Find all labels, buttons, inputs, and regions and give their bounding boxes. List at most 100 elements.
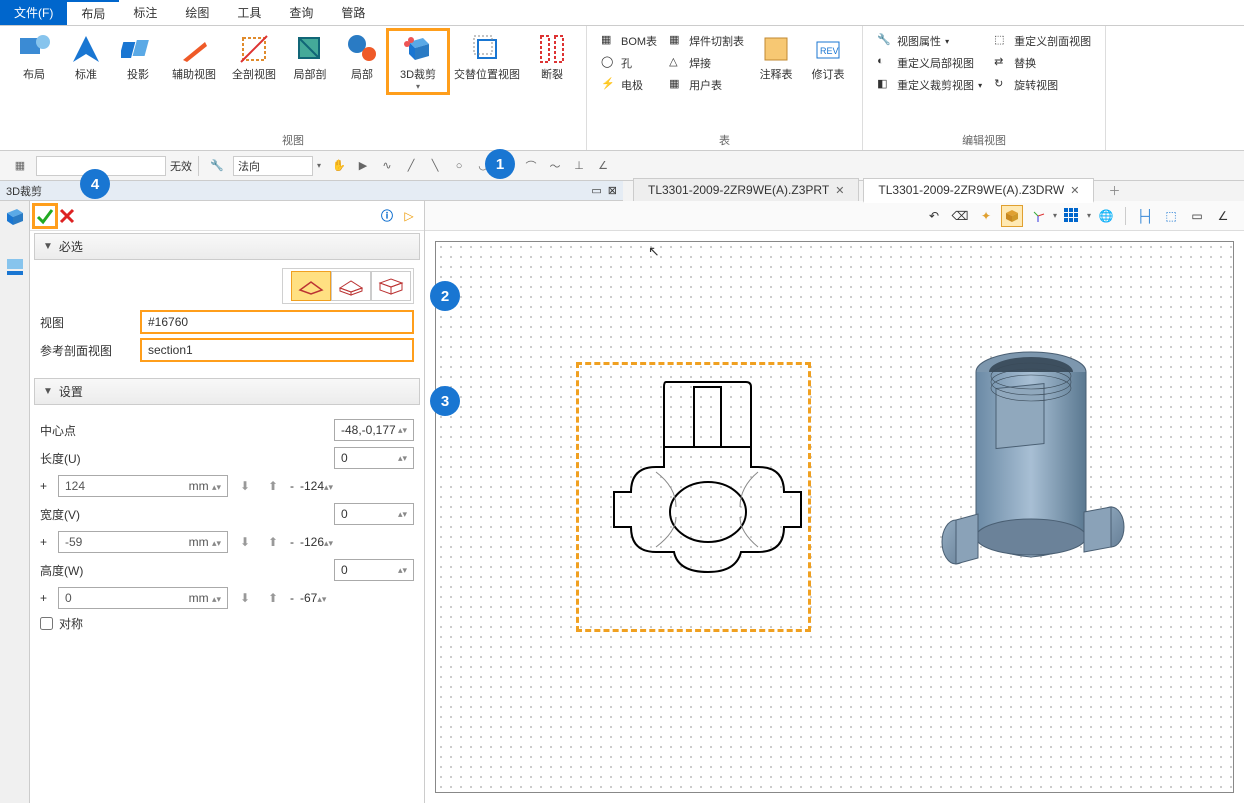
tb-icon-circle[interactable]: ○ — [450, 157, 468, 175]
chk-sym[interactable] — [40, 617, 53, 630]
clip-mode-3[interactable] — [371, 271, 411, 301]
input-hgtW-minus[interactable]: -67▴▾ — [300, 591, 326, 605]
tab-layout[interactable]: 布局 — [67, 0, 119, 25]
tb-icon-spline[interactable]: ∿ — [378, 157, 396, 175]
btn-replace[interactable]: ⇄替换 — [988, 52, 1097, 74]
btn-up-2[interactable]: ⬆ — [262, 531, 284, 553]
btn-user[interactable]: ▦用户表 — [663, 74, 750, 96]
tb-icon-angle[interactable]: ∠ — [594, 157, 612, 175]
btn-cancel[interactable] — [56, 205, 78, 227]
tb-icon-arc3[interactable]: ⌒ — [522, 157, 540, 175]
hole-icon: ◯ — [601, 55, 617, 71]
section-required[interactable]: 必选 — [34, 233, 420, 260]
clip-mode-2[interactable] — [331, 271, 371, 301]
input-widV-minus[interactable]: -126▴▾ — [300, 535, 333, 549]
tb-icon-hand[interactable]: ✋ — [330, 157, 348, 175]
btn-hole[interactable]: ◯孔 — [595, 52, 663, 74]
tb-icon-line2[interactable]: ╲ — [426, 157, 444, 175]
clip-mode-1[interactable] — [291, 271, 331, 301]
input-widV[interactable]: 0▴▾ — [334, 503, 414, 525]
ctb-eraser-icon[interactable]: ⌫ — [949, 205, 971, 227]
ctb-undo-icon[interactable]: ↶ — [923, 205, 945, 227]
btn-redef-clip[interactable]: ◧重定义裁剪视图 ▾ — [871, 74, 988, 96]
btn-info-icon[interactable]: ⓘ — [376, 205, 398, 227]
file-menu[interactable]: 文件(F) — [0, 0, 67, 25]
btn-standard[interactable]: 标准 — [60, 30, 112, 84]
panel-reset-icon[interactable]: ▭ — [591, 184, 601, 197]
btn-dn-2[interactable]: ⬇ — [234, 531, 256, 553]
btn-annotate[interactable]: 注释表 — [750, 30, 802, 84]
btn-weld[interactable]: △焊接 — [663, 52, 750, 74]
ctb-frame-icon[interactable]: ▭ — [1186, 205, 1208, 227]
file-tab-2[interactable]: TL3301-2009-2ZR9WE(A).Z3DRW ✕ — [863, 178, 1094, 203]
input-lenU-plus[interactable]: 124mm ▴▾ — [58, 475, 228, 497]
tb-icon-2[interactable]: 🔧 — [208, 157, 226, 175]
tb-icon-perp[interactable]: ⊥ — [570, 157, 588, 175]
ctb-axes-icon[interactable] — [1027, 205, 1049, 227]
btn-dn-1[interactable]: ⬇ — [234, 475, 256, 497]
input-lenU[interactable]: 0▴▾ — [334, 447, 414, 469]
btn-fullsection[interactable]: 全剖视图 — [224, 30, 284, 84]
btn-electrode[interactable]: ⚡电极 — [595, 74, 663, 96]
btn-weldcut[interactable]: ▦焊件切割表 — [663, 30, 750, 52]
tab-piping[interactable]: 管路 — [327, 0, 379, 25]
tb-icon-1[interactable]: ▦ — [11, 157, 29, 175]
ctb-globe-icon[interactable]: 🌐 — [1095, 205, 1117, 227]
ctb-grid-icon[interactable] — [1061, 205, 1083, 227]
btn-viewprop[interactable]: 🔧视图属性 ▾ — [871, 30, 988, 52]
viewport[interactable] — [425, 231, 1244, 803]
input-view[interactable]: #16760 — [140, 310, 414, 334]
tb-icon-play[interactable]: ▶ — [354, 157, 372, 175]
tab-query[interactable]: 查询 — [275, 0, 327, 25]
btn-redef-section[interactable]: ⬚重定义剖面视图 — [988, 30, 1097, 52]
tab-annotate[interactable]: 标注 — [119, 0, 171, 25]
ctb-wand-icon[interactable]: ✦ — [975, 205, 997, 227]
leftbar-icon-2[interactable] — [5, 257, 25, 277]
input-lenU-minus[interactable]: -124▴▾ — [300, 479, 333, 493]
btn-expand-icon[interactable]: ▷ — [398, 205, 420, 227]
btn-layout[interactable]: 布局 — [8, 30, 60, 84]
ctb-angle-icon[interactable]: ∠ — [1212, 205, 1234, 227]
input-hgtW-plus[interactable]: 0mm ▴▾ — [58, 587, 228, 609]
file-tab-2-label: TL3301-2009-2ZR9WE(A).Z3DRW — [878, 183, 1064, 197]
tb-invalid: 无效 — [170, 158, 192, 174]
panel-title: 3D裁剪 — [6, 183, 42, 199]
btn-redef-local[interactable]: ◐重定义局部视图 — [871, 52, 988, 74]
tb-normal-combo[interactable]: 法向 — [233, 156, 313, 176]
input-refsec[interactable]: section1 — [140, 338, 414, 362]
localsection-icon — [293, 32, 327, 66]
file-tab-2-close-icon[interactable]: ✕ — [1070, 184, 1079, 197]
btn-revision[interactable]: REV 修订表 — [802, 30, 854, 84]
ctb-sel-icon[interactable]: ⬚ — [1160, 205, 1182, 227]
annotate-icon — [759, 32, 793, 66]
section-settings[interactable]: 设置 — [34, 378, 420, 405]
btn-dn-3[interactable]: ⬇ — [234, 587, 256, 609]
panel-close-icon[interactable]: ⊠ — [608, 184, 617, 197]
ctb-dim-icon[interactable]: ├┤ — [1134, 205, 1156, 227]
btn-project[interactable]: 投影 — [112, 30, 164, 84]
tab-draw[interactable]: 绘图 — [171, 0, 223, 25]
ctb-cube-icon[interactable] — [1001, 205, 1023, 227]
btn-rotate[interactable]: ↻旋转视图 — [988, 74, 1097, 96]
leftbar-icon-1[interactable] — [5, 207, 25, 227]
btn-3dclip[interactable]: 3D裁剪 ▾ — [388, 30, 448, 93]
btn-break[interactable]: 断裂 — [526, 30, 578, 84]
file-tab-add[interactable]: ＋ — [1098, 180, 1130, 201]
file-tab-1-close-icon[interactable]: ✕ — [835, 184, 844, 197]
btn-up-1[interactable]: ⬆ — [262, 475, 284, 497]
btn-bom[interactable]: ▦BOM表 — [595, 30, 663, 52]
btn-altpos[interactable]: 交替位置视图 — [448, 30, 526, 84]
btn-localsection[interactable]: 局部剖 — [284, 30, 336, 84]
file-tab-1[interactable]: TL3301-2009-2ZR9WE(A).Z3PRT ✕ — [633, 178, 859, 201]
tab-tools[interactable]: 工具 — [223, 0, 275, 25]
callout-4: 4 — [80, 169, 110, 199]
btn-up-3[interactable]: ⬆ — [262, 587, 284, 609]
tb-icon-line[interactable]: ╱ — [402, 157, 420, 175]
tb-icon-tilde[interactable]: 〜 — [546, 157, 564, 175]
btn-aux[interactable]: 辅助视图 — [164, 30, 224, 84]
btn-local[interactable]: 局部 — [336, 30, 388, 84]
input-center[interactable]: -48,-0,177▴▾ — [334, 419, 414, 441]
input-hgtW[interactable]: 0▴▾ — [334, 559, 414, 581]
btn-ok[interactable] — [34, 205, 56, 227]
input-widV-plus[interactable]: -59mm ▴▾ — [58, 531, 228, 553]
